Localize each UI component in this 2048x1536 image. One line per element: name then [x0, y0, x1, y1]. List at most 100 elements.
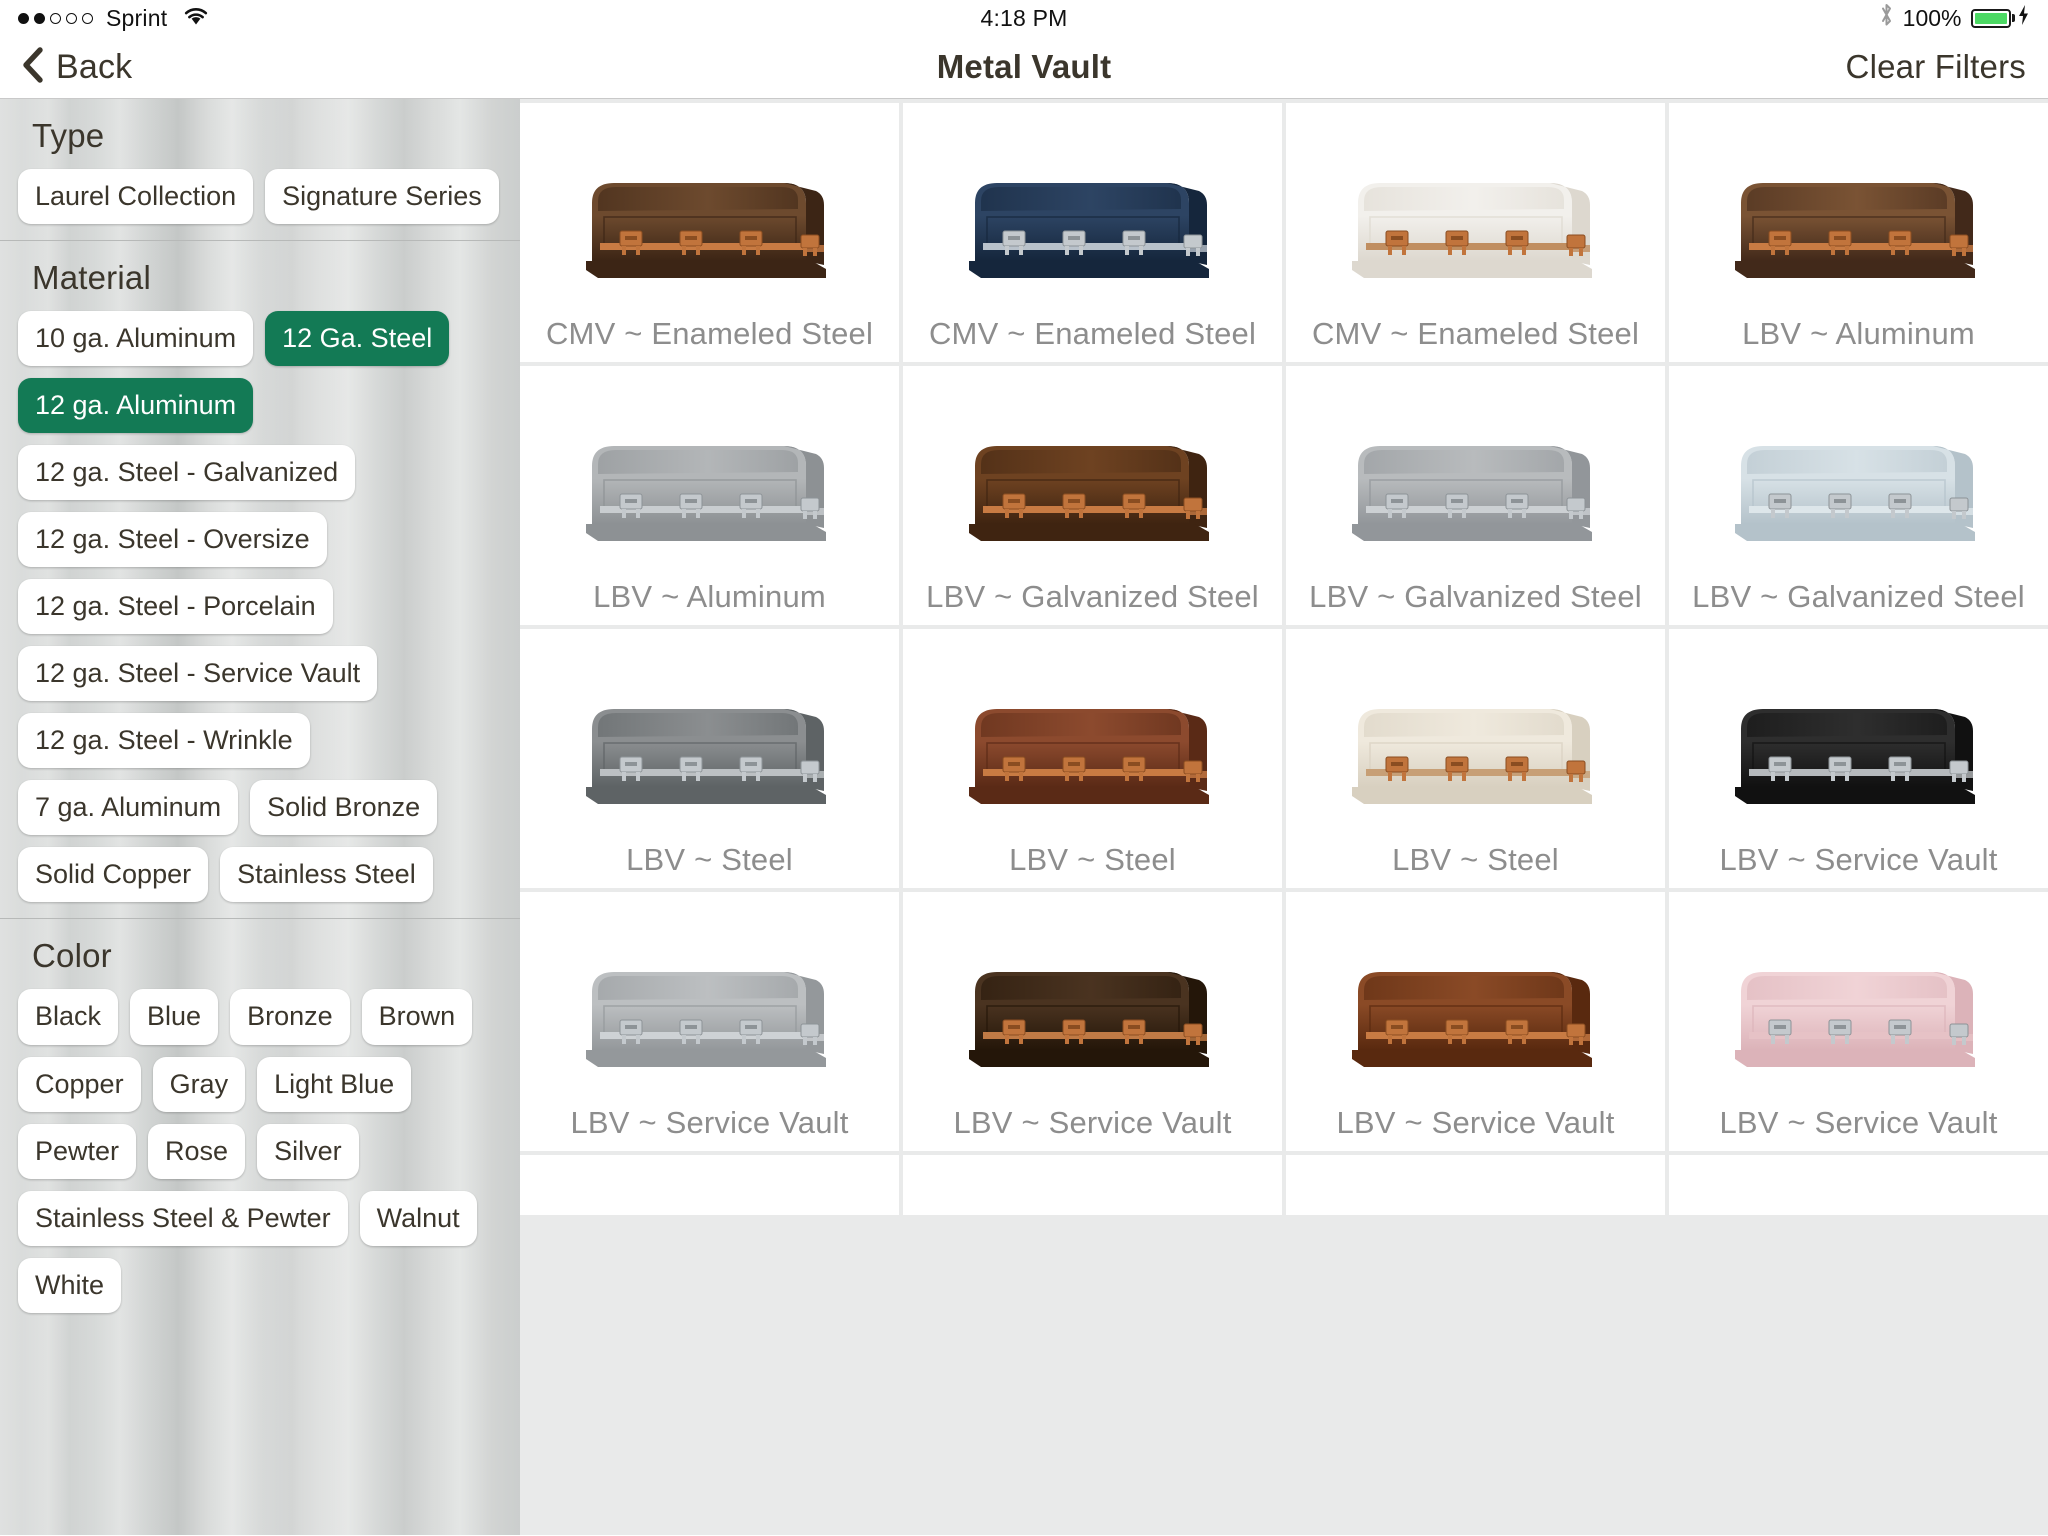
filter-option-white[interactable]: White	[18, 1257, 122, 1313]
filter-option-7-ga-aluminum[interactable]: 7 ga. Aluminum	[18, 780, 239, 836]
filter-option-12-ga-steel-wrinkle[interactable]: 12 ga. Steel - Wrinkle	[18, 713, 310, 769]
product-caption: CMV ~ Enameled Steel	[928, 316, 1257, 351]
product-caption: LBV ~ Service Vault	[570, 1105, 849, 1140]
product-caption: LBV ~ Service Vault	[1719, 842, 1998, 877]
product-card[interactable]: CMV ~ Enameled Steel	[903, 103, 1282, 362]
product-caption: LBV ~ Steel	[1009, 842, 1176, 877]
filter-option-stainless-steel[interactable]: Stainless Steel	[220, 847, 433, 903]
product-card[interactable]: LBV ~ Service Vault	[1286, 892, 1665, 1151]
carrier-label: Sprint	[106, 4, 168, 31]
filter-sections: Type Laurel Collection Signature Series Mat…	[0, 99, 520, 1329]
chevron-left-icon	[22, 46, 44, 88]
product-card[interactable]	[1669, 1155, 2048, 1215]
filter-section-title: Type	[32, 117, 105, 154]
product-card[interactable]: LBV ~ Galvanized Steel	[1669, 366, 2048, 625]
filter-section-color: Color Black Blue Bronze Brown Copper Gray Light…	[0, 918, 520, 1328]
product-card[interactable]: CMV ~ Enameled Steel	[1286, 103, 1665, 362]
product-caption: LBV ~ Galvanized Steel	[1309, 579, 1642, 614]
product-caption: LBV ~ Steel	[626, 842, 793, 877]
filter-option-brown[interactable]: Brown	[361, 989, 473, 1045]
vault-product-image	[1342, 428, 1610, 548]
filter-option-pewter[interactable]: Pewter	[18, 1123, 137, 1179]
product-card[interactable]: LBV ~ Steel	[1286, 629, 1665, 888]
vault-product-image	[1725, 428, 1993, 548]
filter-option-10-ga-aluminum[interactable]: 10 ga. Aluminum	[18, 311, 254, 367]
vault-product-image	[1725, 954, 1993, 1074]
product-card[interactable]: LBV ~ Service Vault	[1669, 629, 2048, 888]
filter-option-12-ga-steel[interactable]: 12 Ga. Steel	[265, 311, 450, 367]
filter-option-silver[interactable]: Silver	[257, 1123, 359, 1179]
filter-option-walnut[interactable]: Walnut	[359, 1190, 477, 1246]
bluetooth-icon	[1879, 2, 1894, 34]
back-button[interactable]: Back	[22, 46, 133, 88]
clear-filters-button[interactable]: Clear Filters	[1846, 48, 2026, 86]
product-card[interactable]: LBV ~ Service Vault	[520, 892, 899, 1151]
page-title: Metal Vault	[936, 48, 1112, 85]
navigation-bar: Back Metal Vault Clear Filters	[0, 36, 2048, 99]
filter-option-copper[interactable]: Copper	[18, 1056, 141, 1112]
status-bar-center: 4:18 PM	[0, 0, 2048, 36]
product-card[interactable]: LBV ~ Service Vault	[1669, 892, 2048, 1151]
filter-option-gray[interactable]: Gray	[152, 1056, 246, 1112]
vault-product-image	[576, 428, 844, 548]
status-bar-right: 100%	[1879, 2, 2030, 34]
filter-option-bronze[interactable]: Bronze	[230, 989, 350, 1045]
lightning-bolt-icon	[2017, 4, 2030, 32]
product-caption: LBV ~ Service Vault	[953, 1105, 1232, 1140]
back-button-label: Back	[56, 47, 133, 86]
content-area: Type Laurel Collection Signature Series Mat…	[0, 99, 2048, 1535]
filter-section-title: Material	[32, 259, 151, 297]
vault-product-image	[1725, 691, 1993, 811]
clock: 4:18 PM	[980, 4, 1068, 31]
product-card[interactable]: CMV ~ Enameled Steel	[520, 103, 899, 362]
filter-option-12-ga-steel-oversize[interactable]: 12 ga. Steel - Oversize	[18, 512, 327, 568]
product-caption: CMV ~ Enameled Steel	[545, 316, 874, 351]
product-caption: LBV ~ Galvanized Steel	[1692, 579, 2025, 614]
product-card[interactable]	[1286, 1155, 1665, 1215]
filter-option-rose[interactable]: Rose	[148, 1123, 246, 1179]
filter-section-title: Color	[32, 937, 112, 975]
battery-percent-label: 100%	[1902, 4, 1962, 31]
vault-product-image	[576, 165, 844, 285]
battery-icon	[1970, 4, 2031, 32]
filter-option-12-ga-steel-galvanized[interactable]: 12 ga. Steel - Galvanized	[18, 445, 356, 501]
filter-option-stainless-steel-pewter[interactable]: Stainless Steel & Pewter	[18, 1190, 348, 1246]
product-card[interactable]: LBV ~ Service Vault	[903, 892, 1282, 1151]
product-caption: LBV ~ Steel	[1392, 842, 1559, 877]
filter-option-blue[interactable]: Blue	[130, 989, 219, 1045]
filter-option-signature-series[interactable]: Signature Series	[265, 169, 499, 225]
filter-option-list: 10 ga. Aluminum 12 Ga. Steel 12 ga. Alumin…	[0, 311, 520, 903]
product-card[interactable]: LBV ~ Galvanized Steel	[1286, 366, 1665, 625]
product-card[interactable]: LBV ~ Aluminum	[520, 366, 899, 625]
product-card[interactable]: LBV ~ Aluminum	[1669, 103, 2048, 362]
results-pane[interactable]: CMV ~ Enameled Steel CMV ~ Enameled Stee…	[520, 99, 2048, 1535]
vault-product-image	[576, 954, 844, 1074]
vault-product-image	[1342, 691, 1610, 811]
product-card[interactable]: LBV ~ Galvanized Steel	[903, 366, 1282, 625]
product-caption: CMV ~ Enameled Steel	[1311, 316, 1640, 351]
product-card[interactable]: LBV ~ Steel	[520, 629, 899, 888]
filter-section-type: Type Laurel Collection Signature Series	[0, 99, 520, 240]
filter-option-12-ga-aluminum[interactable]: 12 ga. Aluminum	[18, 378, 254, 434]
filter-option-12-ga-steel-service-vault[interactable]: 12 ga. Steel - Service Vault	[18, 646, 378, 702]
product-card[interactable]: LBV ~ Steel	[903, 629, 1282, 888]
vault-product-image	[576, 691, 844, 811]
vault-product-image	[959, 691, 1227, 811]
status-bar-left: Sprint	[18, 5, 209, 32]
filter-option-light-blue[interactable]: Light Blue	[257, 1056, 412, 1112]
product-card[interactable]	[903, 1155, 1282, 1215]
wifi-icon	[183, 5, 209, 32]
filter-option-solid-copper[interactable]: Solid Copper	[18, 847, 209, 903]
product-caption: LBV ~ Aluminum	[593, 579, 826, 614]
vault-product-image	[959, 428, 1227, 548]
filter-option-solid-bronze[interactable]: Solid Bronze	[250, 780, 438, 836]
status-bar: Sprint 4:18 PM 100%	[0, 0, 2048, 36]
filter-option-black[interactable]: Black	[18, 989, 119, 1045]
filter-option-laurel-collection[interactable]: Laurel Collection	[18, 169, 254, 225]
product-caption: LBV ~ Service Vault	[1336, 1105, 1615, 1140]
filter-option-12-ga-steel-porcelain[interactable]: 12 ga. Steel - Porcelain	[18, 579, 333, 635]
filter-sidebar: Type Laurel Collection Signature Series Mat…	[0, 99, 520, 1535]
product-caption: LBV ~ Galvanized Steel	[926, 579, 1259, 614]
vault-product-image	[959, 165, 1227, 285]
product-card[interactable]	[520, 1155, 899, 1215]
